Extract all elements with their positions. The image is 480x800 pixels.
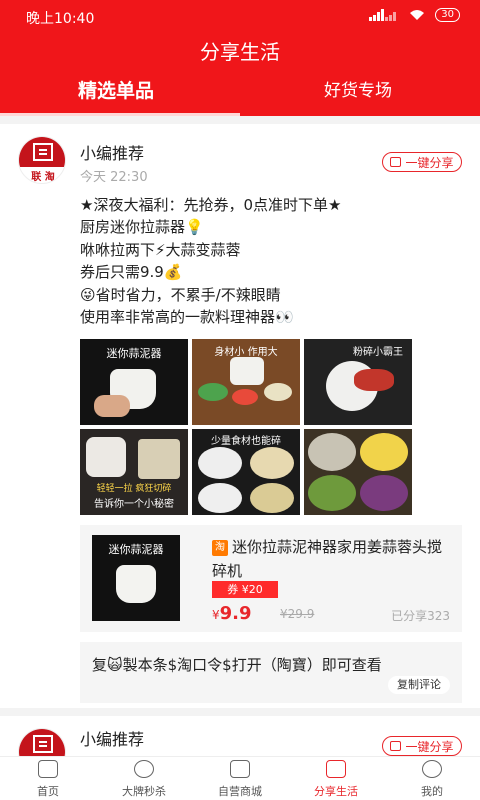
- page-title: 分享生活: [200, 40, 280, 64]
- post-line: 厨房迷你拉蒜器💡: [80, 218, 204, 237]
- home-icon: [38, 760, 58, 778]
- tab-flash-sale[interactable]: 大牌秒杀: [96, 757, 192, 800]
- product-image[interactable]: 身材小 作用大: [192, 339, 300, 425]
- status-bar: 晚上10:40 30: [0, 0, 480, 32]
- tab-featured[interactable]: 精选单品: [78, 76, 154, 103]
- store-logo-icon: [33, 143, 53, 161]
- post-text: ★深夜大福利：先抢券，0点准时下单★ 厨房迷你拉蒜器💡 咻咻拉两下⚡大蒜变蒜蓉 …: [80, 194, 460, 328]
- avatar[interactable]: 联 淘: [18, 728, 66, 756]
- bottom-tab-bar: 首页 大牌秒杀 自营商城 分享生活 我的: [0, 756, 480, 800]
- store-logo-icon: [33, 735, 53, 753]
- product-thumbnail: 迷你蒜泥器: [92, 535, 180, 621]
- wifi-icon: [410, 10, 425, 20]
- author-name: 小编推荐: [80, 144, 145, 163]
- post-line: 咻咻拉两下⚡大蒜变蒜蓉: [80, 240, 241, 259]
- post-card: 联 淘 小编推荐 今天 22:30 一键分享 ★深夜大福利：先抢券，0点准时下单…: [0, 124, 480, 708]
- lightning-icon: [134, 760, 154, 778]
- app-header: 分享生活 精选单品 好货专场: [0, 32, 480, 116]
- copy-comment-button[interactable]: 复制评论: [388, 676, 450, 694]
- tab-good-goods[interactable]: 好货专场: [324, 76, 392, 101]
- post-line: ★深夜大福利：先抢券，0点准时下单★: [80, 196, 342, 214]
- product-image[interactable]: 少量食材也能碎: [192, 429, 300, 515]
- feed[interactable]: 联 淘 小编推荐 今天 22:30 一键分享 ★深夜大福利：先抢券，0点准时下单…: [0, 116, 480, 756]
- product-image[interactable]: 轻轻一拉 疯狂切碎 告诉你一个小秘密: [80, 429, 188, 515]
- tab-share-life[interactable]: 分享生活: [288, 757, 384, 800]
- product-card[interactable]: 迷你蒜泥器 淘迷你拉蒜泥神器家用姜蒜蓉头搅碎机 券 ¥20 ¥9.9 ¥29.9…: [80, 525, 462, 632]
- one-click-share-button[interactable]: 一键分享: [382, 152, 462, 172]
- post-card: 联 淘 小编推荐 一键分享: [0, 716, 480, 756]
- user-icon: [422, 760, 442, 778]
- shopping-bag-icon: [230, 760, 250, 778]
- tv-icon: [326, 760, 346, 778]
- tao-code-text: 复🙀製本条$淘口令$打开（陶寶）即可查看: [92, 656, 382, 674]
- share-icon: [390, 741, 402, 751]
- product-image[interactable]: [304, 429, 412, 515]
- tab-mall[interactable]: 自营商城: [192, 757, 288, 800]
- tab-mine[interactable]: 我的: [384, 757, 480, 800]
- product-price: ¥9.9: [212, 603, 252, 624]
- post-line: 使用率非常高的一款料理神器👀: [80, 308, 294, 327]
- tao-code-box: 复🙀製本条$淘口令$打开（陶寶）即可查看 复制评论: [80, 642, 462, 703]
- original-price: ¥29.9: [280, 607, 315, 621]
- coupon-badge: 券 ¥20: [212, 581, 278, 598]
- avatar[interactable]: 联 淘: [18, 136, 66, 184]
- product-title: 淘迷你拉蒜泥神器家用姜蒜蓉头搅碎机: [212, 538, 443, 580]
- one-click-share-button[interactable]: 一键分享: [382, 736, 462, 756]
- post-line: 😜省时省力，不累手/不辣眼睛: [80, 285, 281, 304]
- product-image[interactable]: 粉碎小霸王: [304, 339, 412, 425]
- post-line: 券后只需9.9💰: [80, 263, 183, 282]
- tab-home[interactable]: 首页: [0, 757, 96, 800]
- share-count: 已分享323: [391, 609, 450, 623]
- image-grid: 迷你蒜泥器 身材小 作用大 粉碎小霸王 轻轻一拉 疯狂切碎 告诉你一个小秘密 少…: [80, 339, 412, 515]
- signal-icon: [369, 9, 397, 21]
- status-time: 晚上10:40: [26, 11, 95, 27]
- battery-indicator: 30: [435, 8, 460, 22]
- share-icon: [390, 157, 402, 167]
- author-name: 小编推荐: [80, 730, 145, 749]
- post-time: 今天 22:30: [80, 170, 148, 185]
- taobao-icon: 淘: [212, 539, 228, 556]
- product-image[interactable]: 迷你蒜泥器: [80, 339, 188, 425]
